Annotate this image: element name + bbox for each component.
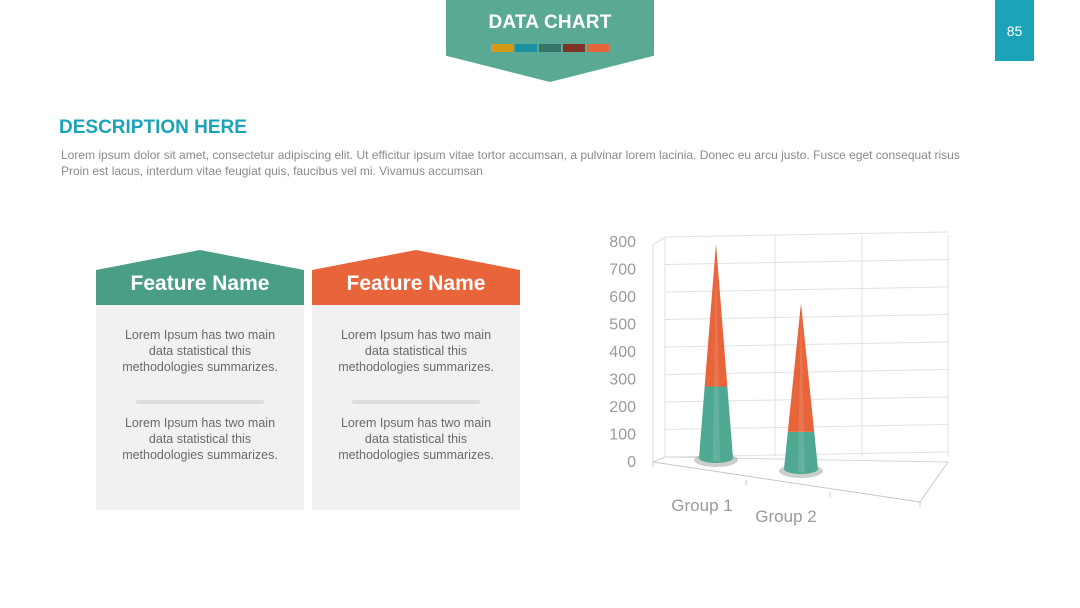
y-tick-label: 0: [627, 454, 636, 471]
x-category-label: Group 2: [755, 507, 816, 526]
y-tick-label: 800: [609, 234, 636, 251]
y-tick-label: 500: [609, 317, 636, 334]
feature-divider: [352, 400, 480, 404]
feature-text: Lorem Ipsum has two main data statistica…: [338, 328, 494, 374]
feature-title: Feature Name: [130, 272, 270, 295]
swatch-2: [515, 44, 537, 52]
floor-line: [919, 461, 949, 503]
feature-divider: [136, 400, 264, 404]
y-tick-label: 400: [609, 344, 636, 361]
description-title: DESCRIPTION HERE: [59, 117, 247, 138]
header-banner: DATA CHART: [446, 0, 654, 82]
cone-chart: 0 100 200 300 400 500 600 700 800 Group 1 Group 2: [609, 231, 949, 526]
feature-title: Feature Name: [346, 272, 486, 295]
y-tick-label: 300: [609, 372, 636, 389]
axis-line: [652, 236, 666, 246]
swatch-4: [563, 44, 585, 52]
floor-line: [652, 456, 666, 463]
feature-card-header: Feature Name: [96, 250, 304, 305]
feature-text: Lorem Ipsum has two main data statistica…: [122, 328, 278, 374]
gridline: [664, 314, 949, 320]
y-tick-label: 100: [609, 427, 636, 444]
color-swatches: [491, 44, 609, 52]
gridline: [664, 286, 949, 293]
feature-card-body: Lorem Ipsum has two main data statistica…: [96, 305, 304, 510]
y-tick-label: 600: [609, 289, 636, 306]
feature-card-body: Lorem Ipsum has two main data statistica…: [312, 305, 520, 510]
y-tick-label: 200: [609, 399, 636, 416]
feature-card-2: Feature Name Lorem Ipsum has two main da…: [312, 250, 520, 510]
swatch-1: [491, 44, 513, 52]
x-category-label: Group 1: [671, 496, 732, 515]
feature-card-1: Feature Name Lorem Ipsum has two main da…: [96, 250, 304, 510]
gridline: [664, 341, 949, 348]
gridline: [664, 231, 949, 238]
feature-text: Lorem Ipsum has two main data statistica…: [122, 416, 278, 462]
description-body: Lorem ipsum dolor sit amet, consectetur …: [61, 148, 960, 178]
feature-text: Lorem Ipsum has two main data statistica…: [338, 416, 494, 462]
page-title: DATA CHART: [488, 12, 612, 33]
feature-card-header: Feature Name: [312, 250, 520, 305]
page-number-badge: 85: [995, 0, 1034, 61]
swatch-5: [587, 44, 609, 52]
swatch-3: [539, 44, 561, 52]
gridline: [664, 259, 949, 265]
y-tick-label: 700: [609, 262, 636, 279]
